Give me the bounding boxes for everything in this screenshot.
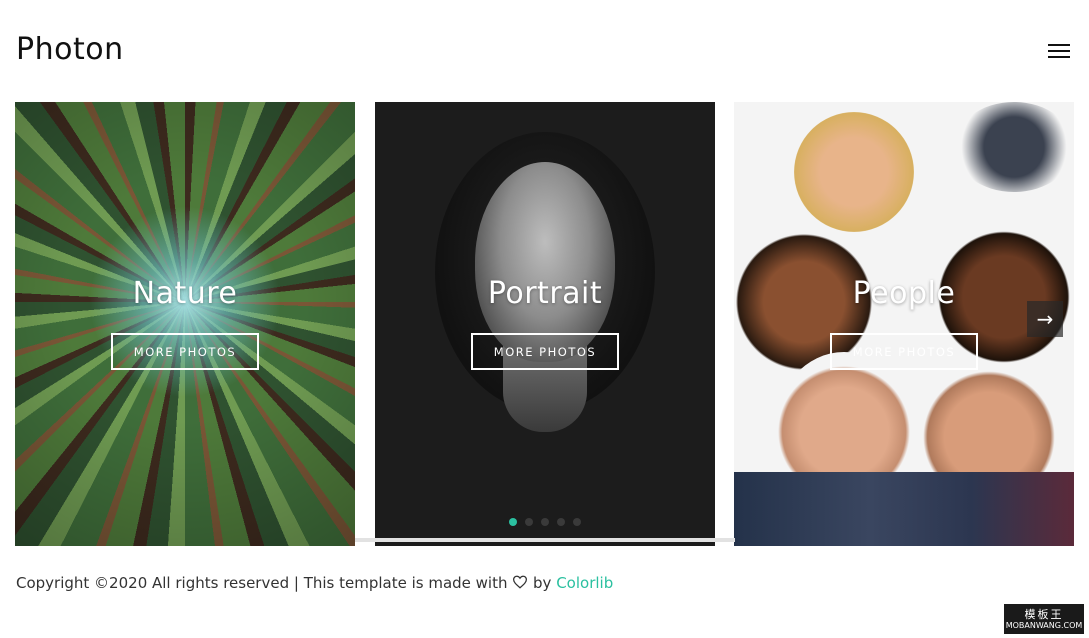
slider-scrollbar[interactable] <box>355 538 735 542</box>
slider-dots <box>375 518 715 526</box>
footer-copyright: Copyright ©2020 All rights reserved | Th… <box>16 574 614 592</box>
slide-people[interactable]: People MORE PHOTOS <box>734 102 1074 546</box>
slider-dot-1[interactable] <box>509 518 517 526</box>
slide-portrait[interactable]: Portrait MORE PHOTOS <box>375 102 715 546</box>
slide-nature[interactable]: Nature MORE PHOTOS <box>15 102 355 546</box>
arrow-right-icon[interactable]: → <box>1027 301 1063 337</box>
slide-title: Nature <box>132 276 238 311</box>
more-photos-button[interactable]: MORE PHOTOS <box>830 333 978 370</box>
site-logo[interactable]: Photon <box>16 32 124 67</box>
heart-icon <box>513 575 528 589</box>
photo-slider: Nature MORE PHOTOS Portrait MORE PHOTOS … <box>15 102 1074 546</box>
hamburger-menu-icon[interactable] <box>1048 44 1072 62</box>
slide-title: People <box>852 276 956 311</box>
colorlib-link[interactable]: Colorlib <box>556 574 613 592</box>
more-photos-button[interactable]: MORE PHOTOS <box>471 333 619 370</box>
slider-dot-5[interactable] <box>573 518 581 526</box>
slider-dot-2[interactable] <box>525 518 533 526</box>
slider-dot-3[interactable] <box>541 518 549 526</box>
slide-title: Portrait <box>487 276 603 311</box>
slider-dot-4[interactable] <box>557 518 565 526</box>
more-photos-button[interactable]: MORE PHOTOS <box>111 333 259 370</box>
watermark-logo: 模板王 MOBANWANG.COM <box>1004 604 1084 634</box>
